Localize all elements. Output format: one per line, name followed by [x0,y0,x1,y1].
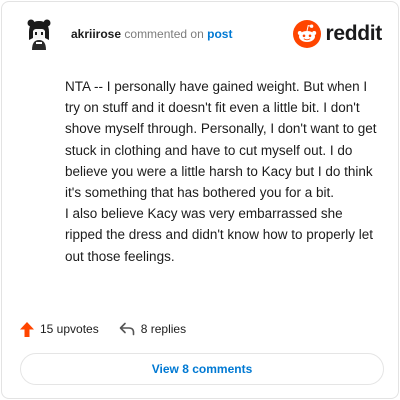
upvote-arrow-icon [20,321,34,337]
reddit-wordmark: reddit [325,22,382,45]
comment-card: akriirose commented on post reddit NTA -… [1,1,399,399]
comment-header: akriirose commented on post reddit [21,16,382,52]
comment-paragraph: I also believe Kacy was very embarrassed… [65,206,374,264]
replies-button[interactable]: 8 replies [119,322,186,336]
reddit-brand[interactable]: reddit [293,20,382,48]
comment-footer: 15 upvotes 8 replies [20,319,206,339]
avatar-icon [21,16,57,52]
reply-arrow-icon [119,322,135,336]
reddit-logo-icon [293,20,322,48]
comment-paragraph: NTA -- I personally have gained weight. … [65,79,377,201]
upvote-count: 15 upvotes [40,322,99,336]
post-link[interactable]: post [207,27,232,41]
comment-body: NTA -- I personally have gained weight. … [65,76,383,267]
user-avatar[interactable] [21,16,57,52]
action-text: commented on [124,27,204,41]
view-comments-button[interactable]: View 8 comments [20,353,384,385]
username-link[interactable]: akriirose [71,27,121,41]
comment-meta: akriirose commented on post [71,27,232,41]
upvote-button[interactable]: 15 upvotes [20,321,99,337]
reply-count: 8 replies [140,322,187,336]
